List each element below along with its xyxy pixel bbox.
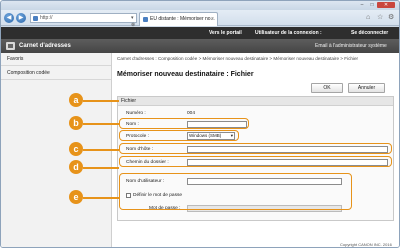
callout-e-badge: e [69, 190, 83, 204]
tab-title: EU distante : Mémoriser no... [150, 16, 215, 22]
app-header: Carnet d'adresses Email à l'administrate… [1, 39, 399, 53]
address-book-icon [6, 42, 15, 50]
callout-d-badge: d [69, 160, 83, 174]
login-user-label: Utilisateur de la connexion : [255, 30, 322, 36]
callout-b-line [83, 123, 119, 125]
callout-d-line [83, 167, 119, 169]
web-page: Vers le portail Utilisateur de la connex… [1, 27, 399, 247]
app-title: Carnet d'adresses [19, 43, 71, 49]
gear-icon[interactable]: ⚙ [388, 14, 394, 22]
highlight-frame-e [119, 173, 352, 210]
admin-email-link[interactable]: Email à l'administrateur système [315, 39, 387, 53]
breadcrumb: Carnet d'adresses : Composition codée > … [117, 56, 359, 61]
highlight-frame-d [119, 156, 392, 167]
back-button[interactable]: ◀ [4, 13, 14, 23]
maximize-button[interactable]: □ [367, 2, 377, 8]
sidebar-item-composition-codee[interactable]: Composition codée [1, 67, 111, 80]
url-text: http:// [40, 15, 53, 21]
logout-link[interactable]: Se déconnecter [351, 27, 388, 39]
sidebar: Favoris Composition codée [1, 53, 112, 247]
copyright-text: Copyright CANON INC. 2016 [340, 242, 392, 247]
browser-tab[interactable]: EU distante : Mémoriser no... × [139, 12, 218, 26]
address-bar[interactable]: http:// ▾ ⊗ ⟳ ✕ [30, 13, 137, 42]
portal-link[interactable]: Vers le portail [209, 27, 242, 39]
sidebar-item-favoris[interactable]: Favoris [1, 53, 111, 66]
ok-button[interactable]: OK [311, 83, 343, 93]
callout-c-line [83, 149, 119, 151]
page-icon [33, 16, 38, 21]
home-icon[interactable]: ⌂ [366, 14, 370, 22]
callout-a-line [83, 100, 119, 102]
form-section-title: Fichier [118, 97, 393, 106]
window-titlebar: – □ ✕ [1, 1, 399, 10]
forward-button[interactable]: ▶ [16, 13, 26, 23]
main-content: Carnet d'adresses : Composition codée > … [112, 53, 399, 247]
tab-favicon-icon [143, 17, 148, 22]
page-title: Mémoriser nouveau destinataire : Fichier [117, 71, 254, 78]
callout-a-badge: a [69, 93, 83, 107]
browser-toolbar: ◀ ▶ http:// ▾ ⊗ ⟳ ✕ EU distante : Mémori… [1, 10, 399, 42]
callout-c-badge: c [69, 142, 83, 156]
top-bar: Vers le portail Utilisateur de la connex… [1, 27, 399, 39]
callout-b-badge: b [69, 116, 83, 130]
number-value: 004 [187, 111, 196, 116]
tab-close-icon[interactable]: × [211, 16, 214, 23]
highlight-frame-b [119, 130, 239, 141]
favorites-star-icon[interactable]: ☆ [377, 14, 383, 22]
highlight-frame-a [119, 118, 249, 129]
number-label: Numéro : [126, 111, 146, 116]
highlight-frame-c [119, 143, 392, 154]
browser-window: – □ ✕ ◀ ▶ http:// ▾ ⊗ ⟳ ✕ EU distante : … [0, 0, 400, 248]
callout-e-line [83, 197, 119, 199]
minimize-button[interactable]: – [357, 2, 367, 8]
cancel-button[interactable]: Annuler [348, 83, 385, 93]
close-window-button[interactable]: ✕ [377, 2, 395, 8]
